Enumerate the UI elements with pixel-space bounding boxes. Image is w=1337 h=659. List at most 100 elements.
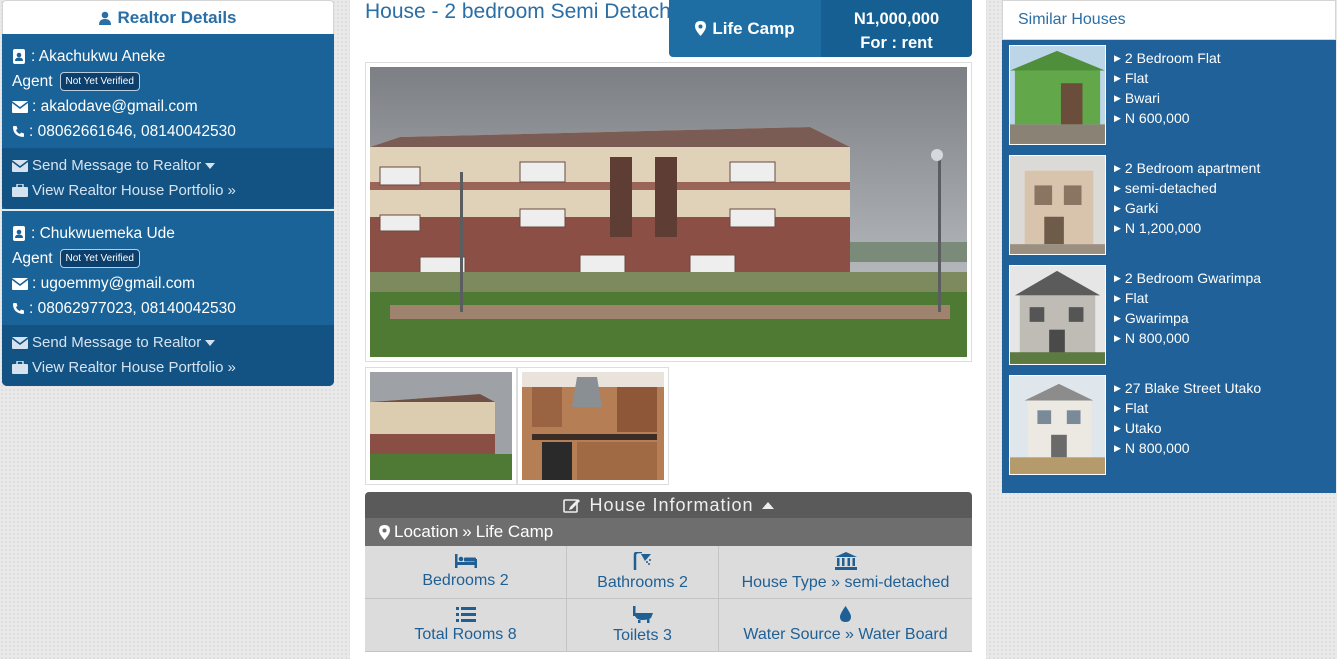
location-badge: Life Camp <box>669 0 821 57</box>
envelope-icon <box>12 159 28 172</box>
water-source-label: Water Source <box>743 626 841 643</box>
listing-panel: House - 2 bedroom Semi Detached Life Cam… <box>350 0 986 659</box>
similar-house-type: Flat <box>1124 70 1149 86</box>
caret-right-icon: ▶ <box>1114 333 1121 343</box>
caret-up-icon <box>761 501 774 509</box>
envelope-icon <box>12 100 28 113</box>
photo-thumbnail[interactable] <box>365 367 517 485</box>
caret-right-icon: ▶ <box>1114 183 1121 193</box>
similar-house-price: N 1,200,000 <box>1124 220 1202 236</box>
location-badge-label: Life Camp <box>712 18 795 38</box>
briefcase-icon <box>12 361 28 374</box>
realtor-details-panel: Realtor Details : Akachukwu Aneke Agent … <box>2 0 334 386</box>
thumbnail-image <box>522 372 664 480</box>
similar-house-photo <box>1009 375 1106 475</box>
double-chevron-right-icon: » <box>462 522 472 541</box>
house-type-label: House Type <box>741 574 827 591</box>
realtor-name: : Chukwuemeka Ude <box>31 224 175 242</box>
similar-house-area: Utako <box>1124 420 1162 436</box>
realtor-name-row: : Akachukwu Aneke <box>12 44 324 69</box>
contact-card-icon <box>13 49 25 64</box>
caret-right-icon: ▶ <box>1114 443 1121 453</box>
envelope-icon <box>12 277 28 290</box>
double-chevron-right-icon: » <box>845 626 854 643</box>
phone-icon <box>13 126 24 137</box>
water-source-value: Water Board <box>858 626 948 643</box>
total-rooms-label: Total Rooms 8 <box>414 625 517 643</box>
caret-right-icon: ▶ <box>1114 73 1121 83</box>
similar-houses-list: ▶ 2 Bedroom Flat ▶ Flat ▶ Bwari ▶ N 600,000 … <box>1002 40 1336 493</box>
similar-house-type: semi-detached <box>1124 180 1217 196</box>
bathrooms-label: Bathrooms 2 <box>597 574 688 591</box>
send-message-label: Send Message to Realtor <box>32 157 202 174</box>
realtor-phone-row: : 08062977023, 08140042530 <box>12 296 324 321</box>
main-house-photo[interactable] <box>365 62 972 362</box>
page-title: House - 2 bedroom Semi Detached <box>365 0 695 23</box>
similar-house-price: N 800,000 <box>1124 330 1190 346</box>
realtor-phone-row: : 08062661646, 08140042530 <box>12 119 324 144</box>
similar-house-item[interactable]: ▶ 2 Bedroom Flat ▶ Flat ▶ Bwari ▶ N 600,000 <box>1009 45 1336 155</box>
similar-house-item[interactable]: ▶ 2 Bedroom Gwarimpa ▶ Flat ▶ Gwarimpa ▶ N 8… <box>1009 265 1336 375</box>
similar-house-price: N 600,000 <box>1124 110 1190 126</box>
similar-house-area: Gwarimpa <box>1124 310 1189 326</box>
realtor-email[interactable]: : akalodave@gmail.com <box>32 98 198 116</box>
similar-house-title: 2 Bedroom Gwarimpa <box>1124 270 1262 286</box>
house-information-toggle[interactable]: House Information <box>365 492 972 518</box>
caret-right-icon: ▶ <box>1114 203 1121 213</box>
realtor-phone: : 08062661646, 08140042530 <box>29 122 236 140</box>
realtor-role-row: Agent Not Yet Verified <box>12 246 324 271</box>
double-chevron-right-icon: » <box>831 574 841 591</box>
similar-house-title: 2 Bedroom apartment <box>1124 160 1261 176</box>
verification-badge: Not Yet Verified <box>59 72 140 91</box>
realtor-details-header: Realtor Details <box>2 0 334 34</box>
caret-right-icon: ▶ <box>1114 313 1121 323</box>
price-badge: N1,000,000 For : rent <box>821 0 972 57</box>
house-information-panel: House Information Location » Life Camp B… <box>365 492 972 652</box>
location-value: Life Camp <box>475 522 554 541</box>
realtor-card: : Akachukwu Aneke Agent Not Yet Verified… <box>2 34 334 209</box>
house-information-title: House Information <box>589 494 754 515</box>
toilets-label: Toilets 3 <box>613 626 672 644</box>
send-message-button[interactable]: Send Message to Realtor <box>12 153 324 178</box>
similar-house-item[interactable]: ▶ 27 Blake Street Utako ▶ Flat ▶ Utako ▶ N 8… <box>1009 375 1336 485</box>
house-photo-image <box>370 67 967 357</box>
similar-house-item[interactable]: ▶ 2 Bedroom apartment ▶ semi-detached ▶ Gar… <box>1009 155 1336 265</box>
bathrooms-cell: Bathrooms 2 <box>567 546 719 599</box>
house-type-cell: House Type » semi-detached <box>719 546 972 599</box>
photo-thumbnail[interactable] <box>517 367 669 485</box>
house-type-line: House Type » semi-detached <box>742 574 950 592</box>
toilets-cell: Toilets 3 <box>567 599 719 652</box>
caret-right-icon: ▶ <box>1114 53 1121 63</box>
thumbnail-image <box>370 372 512 480</box>
house-type-value: semi-detached <box>844 574 950 591</box>
view-portfolio-link[interactable]: View Realtor House Portfolio » <box>12 178 324 203</box>
list-icon <box>455 606 476 622</box>
location-row: Location » Life Camp <box>365 518 972 546</box>
similar-house-type: Flat <box>1124 400 1149 416</box>
water-source-cell: Water Source » Water Board <box>719 599 972 652</box>
caret-down-icon <box>205 339 216 346</box>
double-chevron-right-icon: » <box>227 359 236 376</box>
caret-right-icon: ▶ <box>1114 223 1121 233</box>
view-portfolio-label: View Realtor House Portfolio <box>32 182 224 199</box>
price-value: N1,000,000 <box>853 10 940 28</box>
total-rooms-cell: Total Rooms 8 <box>365 599 567 652</box>
location-label: Location <box>394 522 459 541</box>
realtor-role: Agent <box>12 249 53 267</box>
caret-right-icon: ▶ <box>1114 293 1121 303</box>
realtor-details-title: Realtor Details <box>117 7 237 27</box>
similar-houses-panel: Similar Houses ▶ 2 Bedroom Flat ▶ Flat ▶ Bw… <box>1002 0 1336 493</box>
water-drop-icon <box>840 606 851 622</box>
realtor-email[interactable]: : ugoemmy@gmail.com <box>32 275 195 293</box>
briefcase-icon <box>12 184 28 197</box>
phone-icon <box>13 303 24 314</box>
double-chevron-right-icon: » <box>227 182 236 199</box>
send-message-button[interactable]: Send Message to Realtor <box>12 330 324 355</box>
caret-down-icon <box>205 162 216 169</box>
toilet-icon <box>632 605 653 623</box>
envelope-icon <box>12 336 28 349</box>
realtor-role-row: Agent Not Yet Verified <box>12 69 324 94</box>
bedrooms-label: Bedrooms 2 <box>422 572 509 589</box>
view-portfolio-link[interactable]: View Realtor House Portfolio » <box>12 355 324 380</box>
caret-right-icon: ▶ <box>1114 113 1121 123</box>
